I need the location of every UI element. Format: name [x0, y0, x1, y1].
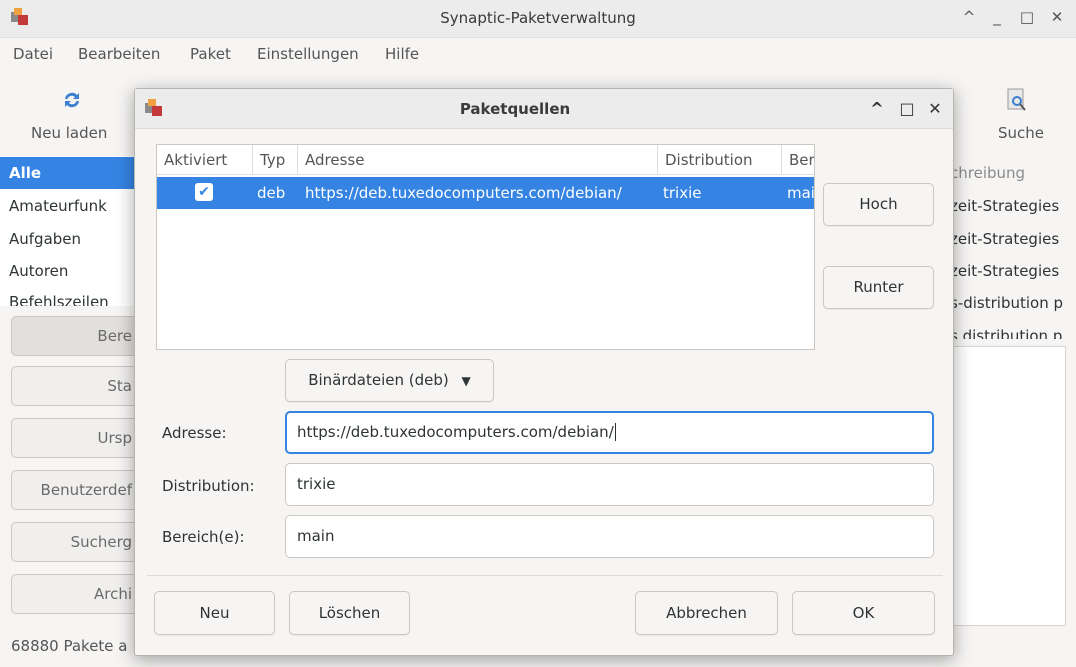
column-header-adresse[interactable]: Adresse	[298, 145, 658, 175]
window-shade-button[interactable]: ^	[960, 8, 978, 26]
column-header-distribution[interactable]: Distribution	[658, 145, 782, 175]
row-address: https://deb.tuxedocomputers.com/debian/	[305, 184, 622, 202]
address-input-value: https://deb.tuxedocomputers.com/debian/	[297, 423, 614, 441]
package-row[interactable]: zeit-Strategies	[950, 197, 1076, 215]
filter-item-autoren[interactable]: Autoren	[9, 262, 68, 280]
new-button[interactable]: Neu	[154, 591, 275, 635]
window-maximize-button[interactable]: □	[1018, 8, 1036, 26]
window-close-button[interactable]: ✕	[1048, 8, 1066, 26]
main-window-title: Synaptic-Paketverwaltung	[440, 9, 636, 27]
column-header-bereich[interactable]: Ber	[782, 145, 814, 175]
filter-status-button[interactable]: Sta	[11, 366, 141, 406]
menubar	[0, 38, 1076, 72]
cancel-button[interactable]: Abbrechen	[635, 591, 778, 635]
search-icon	[1007, 88, 1026, 111]
column-header-typ[interactable]: Typ	[253, 145, 298, 175]
type-dropdown[interactable]: Binärdateien (deb) ▼	[285, 359, 494, 402]
reload-icon	[65, 92, 79, 108]
package-column-description[interactable]: chreibung	[950, 164, 1076, 182]
package-row[interactable]: zeit-Strategies	[950, 230, 1076, 248]
filter-sections-button[interactable]: Bere	[11, 316, 141, 356]
menu-paket[interactable]: Paket	[190, 45, 231, 63]
reload-label: Neu laden	[31, 124, 108, 142]
menu-datei[interactable]: Datei	[13, 45, 53, 63]
sections-label: Bereich(e):	[162, 528, 245, 546]
filter-custom-button[interactable]: Benutzerdef	[11, 470, 141, 510]
delete-button[interactable]: Löschen	[289, 591, 410, 635]
enabled-checkbox[interactable]: ✔	[195, 183, 213, 201]
column-header-aktiviert[interactable]: Aktiviert	[157, 145, 253, 175]
move-up-button[interactable]: Hoch	[823, 183, 934, 226]
reload-button[interactable]: Neu laden	[20, 82, 124, 146]
repositories-dialog: Paketquellen ^ □ ✕ Aktiviert Typ Adresse…	[134, 88, 954, 656]
package-details-panel	[950, 346, 1066, 626]
menu-hilfe[interactable]: Hilfe	[385, 45, 419, 63]
dialog-maximize-button[interactable]: □	[897, 99, 917, 118]
row-distribution: trixie	[663, 184, 702, 202]
filter-search-results-button[interactable]: Sucherg	[11, 522, 141, 562]
chevron-down-icon: ▼	[461, 374, 471, 388]
filter-item-amateurfunk[interactable]: Amateurfunk	[9, 197, 107, 215]
address-input[interactable]: https://deb.tuxedocomputers.com/debian/	[285, 411, 934, 454]
table-row[interactable]: ✔ deb https://deb.tuxedocomputers.com/de…	[157, 177, 814, 209]
move-down-button[interactable]: Runter	[823, 266, 934, 309]
row-type: deb	[257, 184, 286, 202]
window-minimize-button[interactable]: _	[988, 8, 1006, 26]
dialog-separator	[147, 575, 943, 576]
filter-item-befehlszeilen[interactable]: Befehlszeilen	[9, 293, 109, 306]
statusbar-text: 68880 Pakete a	[11, 637, 128, 655]
menu-bearbeiten[interactable]: Bearbeiten	[78, 45, 160, 63]
filter-item-alle[interactable]: Alle	[9, 164, 41, 182]
row-section: mai	[787, 184, 815, 202]
package-row[interactable]: s distribution p	[950, 327, 1076, 339]
search-label: Suche	[998, 124, 1045, 142]
sources-table: Aktiviert Typ Adresse Distribution Ber ✔…	[156, 144, 815, 350]
dialog-title: Paketquellen	[459, 100, 571, 118]
filter-origin-button[interactable]: Ursp	[11, 418, 141, 458]
distribution-input[interactable]: trixie	[285, 463, 934, 506]
type-dropdown-value: Binärdateien (deb)	[308, 371, 449, 389]
filter-architecture-button[interactable]: Archi	[11, 574, 141, 614]
sections-input[interactable]: main	[285, 515, 934, 558]
dialog-close-button[interactable]: ✕	[925, 99, 945, 118]
package-row[interactable]: s-distribution p	[950, 294, 1076, 312]
ok-button[interactable]: OK	[792, 591, 935, 635]
address-label: Adresse:	[162, 424, 227, 442]
menu-einstellungen[interactable]: Einstellungen	[257, 45, 359, 63]
package-row[interactable]: zeit-Strategies	[950, 262, 1076, 280]
filter-item-aufgaben[interactable]: Aufgaben	[9, 230, 81, 248]
dialog-shade-button[interactable]: ^	[867, 99, 887, 118]
distribution-label: Distribution:	[162, 477, 255, 495]
search-button[interactable]: Suche	[990, 82, 1060, 146]
